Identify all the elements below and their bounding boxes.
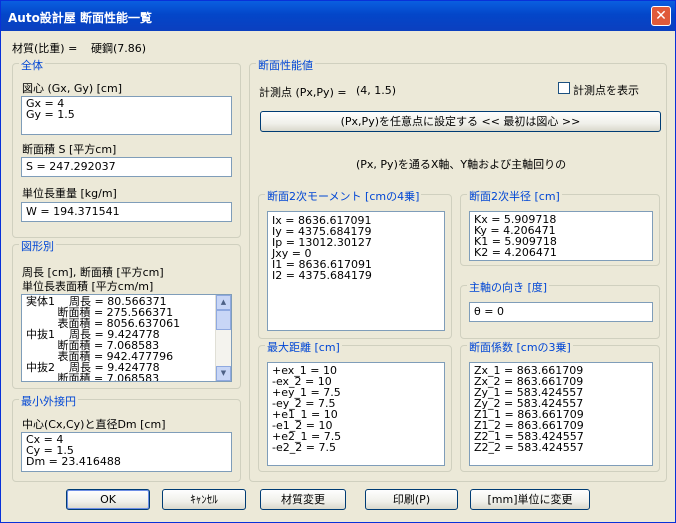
- min-circle-values: Cx = 4 Cy = 1.5 Dm = 23.416488: [26, 433, 121, 468]
- material-value: 硬鋼(7.86): [91, 42, 147, 55]
- min-circle-label: 中心(Cx,Cy)と直径Dm [cm]: [22, 418, 166, 431]
- min-circle-group: 最小外接円 中心(Cx,Cy)と直径Dm [cm] Cx = 4 Cy = 1.…: [12, 393, 241, 482]
- modulus-group: 断面係数 [cmの3乗] Zx_1 = 863.661709 Zx_2 = 86…: [460, 339, 660, 472]
- moment-values: Ix = 8636.617091 Iy = 4375.684179 Ip = 1…: [272, 214, 372, 282]
- moment-field[interactable]: Ix = 8636.617091 Iy = 4375.684179 Ip = 1…: [267, 211, 445, 331]
- print-button[interactable]: 印刷(P): [365, 489, 458, 510]
- direction-group: 主軸の向き [度] θ = 0: [460, 279, 660, 339]
- cancel-button[interactable]: ｷｬﾝｾﾙ: [162, 489, 246, 510]
- min-circle-group-label: 最小外接円: [19, 393, 78, 409]
- change-material-button[interactable]: 材質変更: [260, 489, 346, 510]
- by-shape-list-text: 実体1 周長 = 80.566371 断面積 = 275.566371 表面積 …: [26, 295, 181, 382]
- point-label: 計測点 (Px,Py) =: [259, 86, 347, 99]
- moment-group-label: 断面2次モーメント [cmの4乗]: [265, 188, 422, 204]
- centroid-label: 図心 (Gx, Gy) [cm]: [22, 82, 122, 95]
- moment-group: 断面2次モーメント [cmの4乗] Ix = 8636.617091 Iy = …: [258, 188, 452, 339]
- radius-values: Kx = 5.909718 Ky = 4.206471 K1 = 5.90971…: [474, 213, 557, 259]
- min-circle-field[interactable]: Cx = 4 Cy = 1.5 Dm = 23.416488: [21, 432, 232, 472]
- by-shape-group: 図形別 周長 [cm], 断面積 [平方cm] 単位長表面積 [平方cm/m] …: [12, 238, 241, 389]
- area-label: 断面積 S [平方cm]: [22, 143, 117, 156]
- overall-group: 全体 図心 (Gx, Gy) [cm] Gx = 4 Gy = 1.5 断面積 …: [12, 57, 241, 238]
- scroll-down-icon[interactable]: ▼: [216, 366, 231, 381]
- window-title: Auto設計屋 断面性能一覧: [8, 11, 152, 25]
- direction-value: θ = 0: [474, 305, 504, 318]
- material-label: 材質(比重) =: [12, 42, 78, 55]
- distance-field[interactable]: +ex_1 = 10 -ex_2 = 10 +ey_1 = 7.5 -ey_2 …: [267, 362, 445, 466]
- modulus-values: Zx_1 = 863.661709 Zx_2 = 863.661709 Zy_1…: [474, 364, 584, 454]
- scroll-thumb[interactable]: [216, 310, 231, 330]
- by-shape-scrollbar[interactable]: ▲ ▼: [215, 295, 231, 381]
- modulus-field[interactable]: Zx_1 = 863.661709 Zx_2 = 863.661709 Zy_1…: [469, 362, 653, 466]
- distance-group-label: 最大距離 [cm]: [265, 339, 342, 355]
- title-bar[interactable]: Auto設計屋 断面性能一覧 ✕: [1, 1, 675, 31]
- mm-units-button[interactable]: [mm]単位に変更: [470, 489, 590, 510]
- overall-group-label: 全体: [19, 57, 45, 73]
- radius-field[interactable]: Kx = 5.909718 Ky = 4.206471 K1 = 5.90971…: [469, 211, 653, 261]
- area-field[interactable]: S = 247.292037: [21, 157, 232, 177]
- radius-group: 断面2次半径 [cm] Kx = 5.909718 Ky = 4.206471 …: [460, 188, 660, 266]
- point-value: (4, 1.5): [356, 84, 397, 97]
- modulus-group-label: 断面係数 [cmの3乗]: [467, 339, 573, 355]
- section-group: 断面性能値 計測点 (Px,Py) = (4, 1.5) 計測点を表示 (Px,…: [249, 57, 667, 482]
- radius-group-label: 断面2次半径 [cm]: [467, 188, 562, 204]
- weight-value: W = 194.371541: [26, 205, 120, 218]
- weight-field[interactable]: W = 194.371541: [21, 202, 232, 222]
- ok-button[interactable]: OK: [66, 489, 150, 510]
- centroid-values: Gx = 4 Gy = 1.5: [26, 97, 75, 121]
- by-shape-list[interactable]: 実体1 周長 = 80.566371 断面積 = 275.566371 表面積 …: [21, 294, 232, 382]
- dialog-window: Auto設計屋 断面性能一覧 ✕ 材質(比重) = 硬鋼(7.86) 全体 図心…: [0, 0, 676, 523]
- distance-group: 最大距離 [cm] +ex_1 = 10 -ex_2 = 10 +ey_1 = …: [258, 339, 452, 472]
- direction-field[interactable]: θ = 0: [469, 302, 653, 322]
- area-value: S = 247.292037: [26, 160, 116, 173]
- by-shape-group-label: 図形別: [19, 238, 56, 254]
- show-point-checkbox[interactable]: [558, 82, 570, 94]
- direction-group-label: 主軸の向き [度]: [467, 279, 550, 295]
- close-button[interactable]: ✕: [651, 6, 671, 26]
- section-group-label: 断面性能値: [256, 57, 315, 73]
- axes-note: (Px, Py)を通るX軸、Y軸および主軸回りの: [356, 158, 567, 171]
- by-shape-desc-line2: 単位長表面積 [平方cm/m]: [22, 280, 154, 293]
- scroll-up-icon[interactable]: ▲: [216, 295, 231, 310]
- show-point-label: 計測点を表示: [573, 84, 639, 97]
- distance-values: +ex_1 = 10 -ex_2 = 10 +ey_1 = 7.5 -ey_2 …: [272, 364, 342, 454]
- weight-label: 単位長重量 [kg/m]: [22, 187, 117, 200]
- set-point-button[interactable]: (Px,Py)を任意点に設定する << 最初は図心 >>: [260, 111, 661, 132]
- centroid-field[interactable]: Gx = 4 Gy = 1.5: [21, 96, 232, 135]
